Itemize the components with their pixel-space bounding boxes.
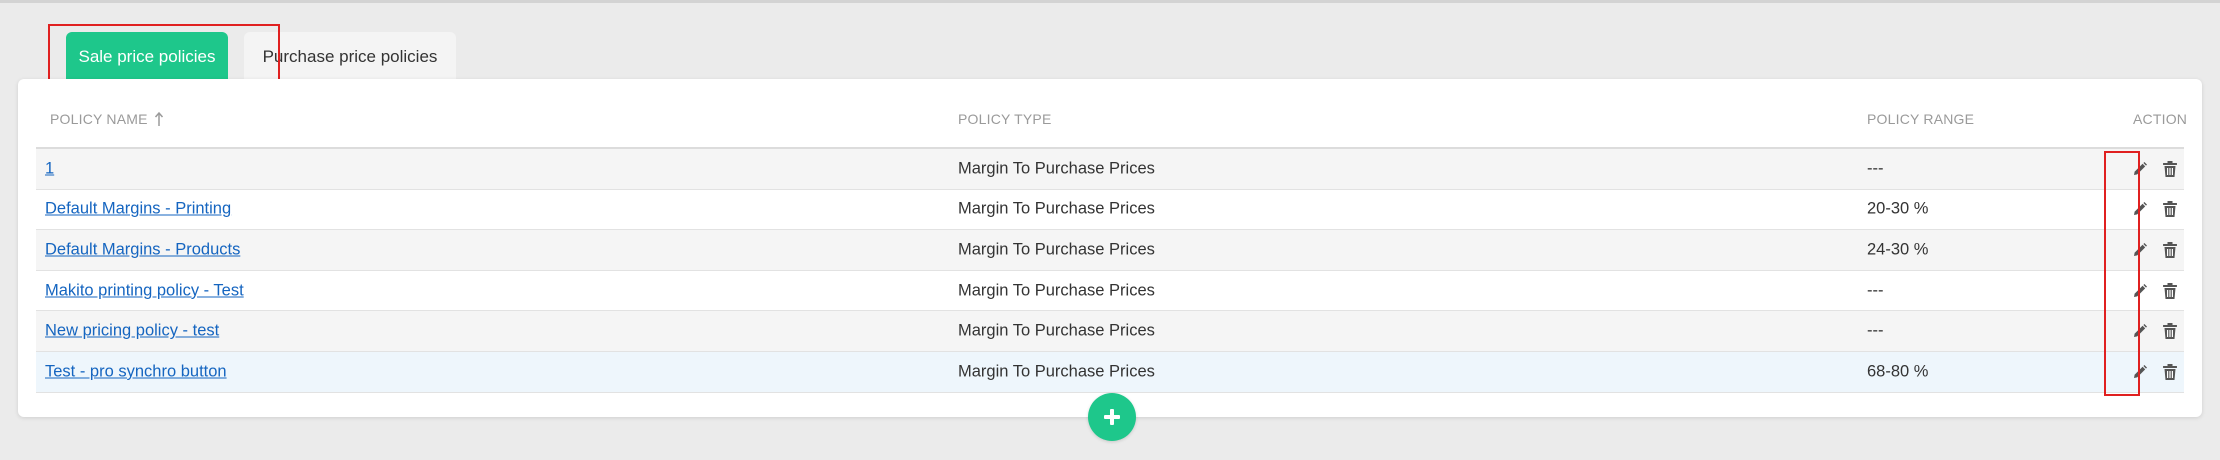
policy-range-cell: --- <box>1867 159 1884 178</box>
policy-type-cell: Margin To Purchase Prices <box>958 240 1155 259</box>
policy-type-cell: Margin To Purchase Prices <box>958 199 1155 218</box>
policies-table: POLICY NAME POLICY TYPE POLICY RANGE ACT… <box>36 79 2188 393</box>
row-actions <box>2131 282 2179 300</box>
row-actions <box>2131 363 2179 381</box>
trash-icon[interactable] <box>2161 241 2179 259</box>
policy-type-cell: Margin To Purchase Prices <box>958 281 1155 300</box>
policy-name-link[interactable]: Default Margins - Products <box>45 240 240 258</box>
row-actions <box>2131 322 2179 340</box>
trash-icon[interactable] <box>2161 322 2179 340</box>
plus-icon <box>1104 409 1120 425</box>
policy-range-cell: 24-30 % <box>1867 240 1929 259</box>
policy-name-link[interactable]: 1 <box>45 159 54 177</box>
pencil-icon[interactable] <box>2131 200 2149 218</box>
table-row: Default Margins - Products Margin To Pur… <box>36 230 2184 271</box>
policy-name-link[interactable]: Test - pro synchro button <box>45 362 227 380</box>
tab-sale-price-policies[interactable]: Sale price policies <box>66 32 228 82</box>
top-border <box>0 0 2220 3</box>
pencil-icon[interactable] <box>2131 363 2149 381</box>
header-policy-name[interactable]: POLICY NAME <box>50 111 164 127</box>
policy-range-cell: --- <box>1867 321 1884 340</box>
policy-range-cell: 20-30 % <box>1867 199 1929 218</box>
policy-name-link[interactable]: Default Margins - Printing <box>45 200 231 218</box>
pencil-icon[interactable] <box>2131 322 2149 340</box>
header-policy-type: POLICY TYPE <box>958 111 1052 127</box>
policy-range-cell: --- <box>1867 281 1884 300</box>
add-policy-button[interactable] <box>1088 393 1136 441</box>
trash-icon[interactable] <box>2161 363 2179 381</box>
trash-icon[interactable] <box>2161 282 2179 300</box>
trash-icon[interactable] <box>2161 160 2179 178</box>
policy-type-cell: Margin To Purchase Prices <box>958 362 1155 381</box>
row-actions <box>2131 200 2179 218</box>
policy-range-cell: 68-80 % <box>1867 362 1929 381</box>
pencil-icon[interactable] <box>2131 282 2149 300</box>
table-row: 1 Margin To Purchase Prices --- <box>36 149 2184 190</box>
tab-purchase-price-policies[interactable]: Purchase price policies <box>244 32 456 82</box>
policy-name-link[interactable]: New pricing policy - test <box>45 322 219 340</box>
header-action: ACTION <box>2133 111 2188 127</box>
policy-type-cell: Margin To Purchase Prices <box>958 159 1155 178</box>
table-row: Test - pro synchro button Margin To Purc… <box>36 351 2184 393</box>
row-actions <box>2131 160 2179 178</box>
policy-type-cell: Margin To Purchase Prices <box>958 321 1155 340</box>
policy-name-link[interactable]: Makito printing policy - Test <box>45 281 244 299</box>
policies-card: POLICY NAME POLICY TYPE POLICY RANGE ACT… <box>18 79 2202 417</box>
table-row: Makito printing policy - Test Margin To … <box>36 270 2184 312</box>
pencil-icon[interactable] <box>2131 241 2149 259</box>
header-policy-range: POLICY RANGE <box>1867 111 1975 127</box>
table-row: New pricing policy - test Margin To Purc… <box>36 311 2184 352</box>
header-policy-name-label: POLICY NAME <box>50 111 148 127</box>
table-row: Default Margins - Printing Margin To Pur… <box>36 189 2184 231</box>
sort-up-arrow-icon[interactable] <box>154 111 164 127</box>
trash-icon[interactable] <box>2161 200 2179 218</box>
table-header: POLICY NAME POLICY TYPE POLICY RANGE ACT… <box>36 79 2188 149</box>
row-actions <box>2131 241 2179 259</box>
pencil-icon[interactable] <box>2131 160 2149 178</box>
